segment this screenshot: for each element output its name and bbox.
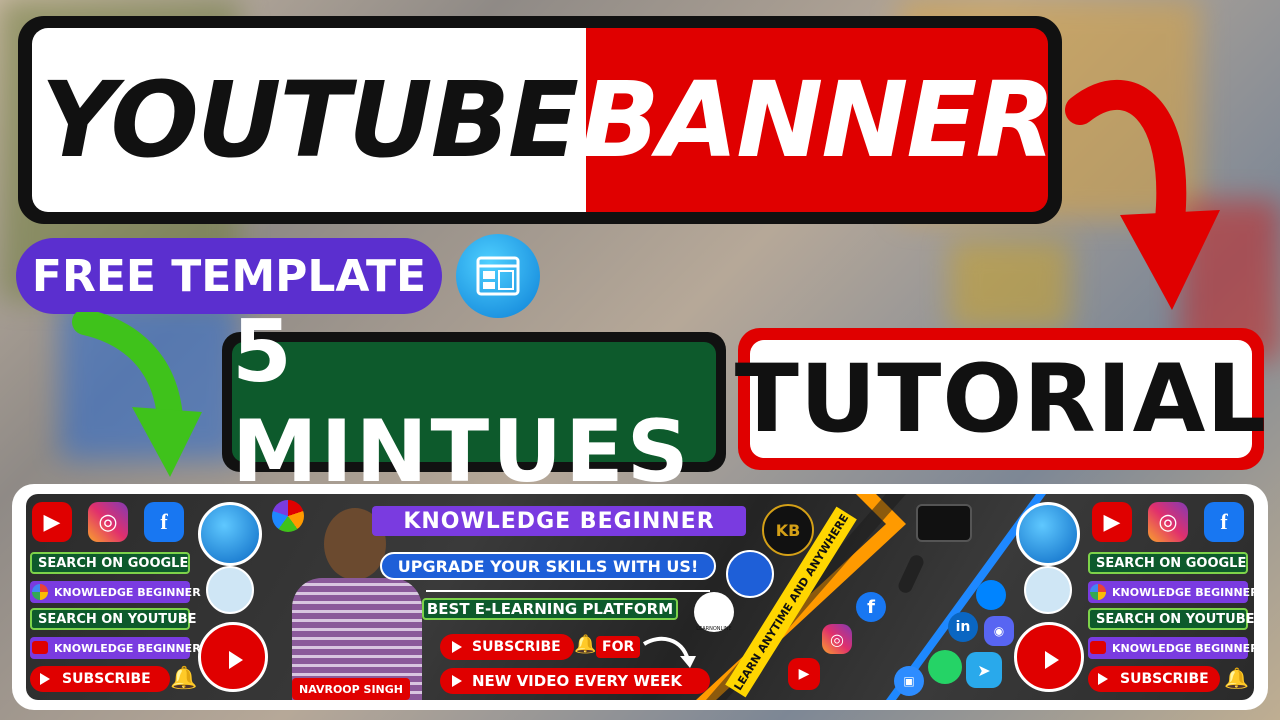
learnonline-text: LEARNONLINE — [696, 626, 732, 632]
youtube-icon[interactable]: ▶ — [788, 658, 820, 690]
duration-text: 5 MINTUES — [232, 302, 716, 502]
telegram-icon[interactable]: ➤ — [966, 652, 1002, 688]
curved-arrow-icon — [72, 312, 202, 477]
kb-logo: KB — [762, 504, 814, 556]
facebook-icon[interactable]: f — [1204, 502, 1244, 542]
search-youtube-label: SEARCH ON YOUTUBE — [30, 608, 197, 630]
platform-label: BEST E-LEARNING PLATFORM — [422, 598, 678, 620]
tagline: UPGRADE YOUR SKILLS WITH US! — [380, 552, 716, 580]
zoom-icon[interactable]: ▣ — [894, 666, 924, 696]
search-google-label: SEARCH ON GOOGLE — [30, 552, 190, 574]
channel-title: KNOWLEDGE BEGINNER — [372, 506, 746, 536]
camera-icon — [916, 504, 972, 542]
google-icon — [32, 584, 48, 600]
divider — [426, 590, 710, 592]
play-icon — [452, 641, 462, 653]
for-label: FOR — [596, 636, 641, 658]
play-icon — [1098, 673, 1108, 685]
bell-icon: 🔔 — [1224, 666, 1249, 690]
friends-avatar — [206, 566, 254, 614]
youtube-icon — [32, 641, 48, 654]
title-right-text: BANNER — [580, 59, 1056, 181]
title-right-panel: BANNER — [581, 28, 1055, 212]
play-icon — [40, 673, 50, 685]
title-left-panel: YOUTUBE — [32, 28, 586, 212]
bell-icon: 🔔 — [574, 634, 597, 655]
discord-icon[interactable]: ◉ — [984, 616, 1014, 646]
channel-name-label: KNOWLEDGE BEGINNER — [1088, 581, 1254, 603]
globe-icon — [198, 502, 262, 566]
facebook-icon[interactable]: f — [856, 592, 886, 622]
learnonline-logo: LEARNONLINE — [694, 592, 734, 632]
search-google-label: SEARCH ON GOOGLE — [1088, 552, 1248, 574]
youtube-icon — [1090, 641, 1106, 654]
background-tile — [950, 240, 1070, 330]
instagram-icon[interactable]: ◎ — [88, 502, 128, 542]
channel-name-label: KNOWLEDGE BEGINNER — [30, 637, 201, 659]
title-left-text: YOUTUBE — [40, 59, 579, 181]
curved-arrow-icon — [642, 636, 696, 668]
subscribe-button[interactable]: SUBSCRIBE — [30, 666, 170, 692]
learning-avatar — [726, 550, 774, 598]
whatsapp-icon[interactable] — [928, 650, 962, 684]
linkedin-icon[interactable]: in — [948, 612, 978, 642]
globe-icon — [1016, 502, 1080, 566]
youtube-icon[interactable]: ▶ — [32, 502, 72, 542]
google-icon — [1090, 584, 1106, 600]
instagram-icon[interactable]: ◎ — [1148, 502, 1188, 542]
play-icon — [452, 675, 462, 687]
search-youtube-label: SEARCH ON YOUTUBE — [1088, 608, 1254, 630]
banner-preview: ▶ ◎ f SEARCH ON GOOGLE KNOWLEDGE BEGINNE… — [12, 484, 1268, 710]
duration-badge: 5 MINTUES — [222, 302, 726, 502]
instagram-icon[interactable]: ◎ — [822, 624, 852, 654]
bell-icon: 🔔 — [170, 666, 198, 691]
channel-name-label: KNOWLEDGE BEGINNER — [30, 581, 201, 603]
new-video-label: NEW VIDEO EVERY WEEK — [440, 668, 710, 694]
play-icon — [229, 651, 243, 669]
person-name-label: NAVROOP SINGH — [292, 678, 410, 700]
title-banner: YOUTUBE BANNER — [18, 16, 1062, 224]
banner-canvas: ▶ ◎ f SEARCH ON GOOGLE KNOWLEDGE BEGINNE… — [26, 494, 1254, 700]
youtube-icon[interactable]: ▶ — [1092, 502, 1132, 542]
tutorial-text: TUTORIAL — [735, 340, 1266, 458]
friends-avatar — [1024, 566, 1072, 614]
kb-logo-text: KB — [775, 520, 801, 540]
curved-arrow-icon — [1065, 79, 1220, 310]
tutorial-badge: TUTORIAL — [735, 328, 1266, 470]
person-photo — [284, 508, 430, 700]
messenger-icon[interactable] — [976, 580, 1006, 610]
channel-name-label: KNOWLEDGE BEGINNER — [1088, 637, 1254, 659]
facebook-icon[interactable]: f — [144, 502, 184, 542]
play-icon — [1045, 651, 1059, 669]
